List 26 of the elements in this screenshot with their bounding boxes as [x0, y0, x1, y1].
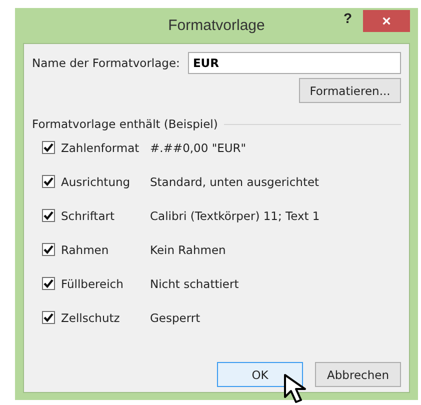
- group-title: Formatvorlage enthält (Beispiel): [32, 117, 218, 131]
- name-label: Name der Formatvorlage:: [32, 56, 180, 70]
- cancel-button[interactable]: Abbrechen: [315, 362, 401, 387]
- checkbox[interactable]: [42, 243, 55, 256]
- setting-value: Calibri (Textkörper) 11; Text 1: [150, 208, 320, 222]
- help-button[interactable]: ?: [343, 10, 352, 26]
- checkbox[interactable]: [42, 311, 55, 324]
- setting-value: Nicht schattiert: [150, 276, 239, 290]
- checkbox[interactable]: [42, 277, 55, 290]
- setting-value: #.##0,00 "EUR": [150, 140, 246, 154]
- checkbox[interactable]: [42, 175, 55, 188]
- checkbox-label[interactable]: Füllbereich: [61, 276, 150, 290]
- setting-value: Standard, unten ausgerichtet: [150, 174, 320, 188]
- checkbox-label[interactable]: Schriftart: [61, 208, 150, 222]
- window-title: Formatvorlage: [168, 17, 265, 34]
- format-button[interactable]: Formatieren...: [299, 78, 401, 103]
- checkbox[interactable]: [42, 141, 55, 154]
- name-field[interactable]: EUR: [188, 52, 401, 74]
- close-button[interactable]: ×: [363, 10, 410, 32]
- checkbox-label[interactable]: Rahmen: [61, 242, 150, 256]
- checkbox[interactable]: [42, 209, 55, 222]
- setting-value: Gesperrt: [150, 310, 200, 324]
- checkbox-label[interactable]: Zahlenformat: [61, 140, 150, 154]
- setting-value: Kein Rahmen: [150, 242, 226, 256]
- checkbox-label[interactable]: Ausrichtung: [61, 174, 150, 188]
- checkbox-label[interactable]: Zellschutz: [61, 310, 150, 324]
